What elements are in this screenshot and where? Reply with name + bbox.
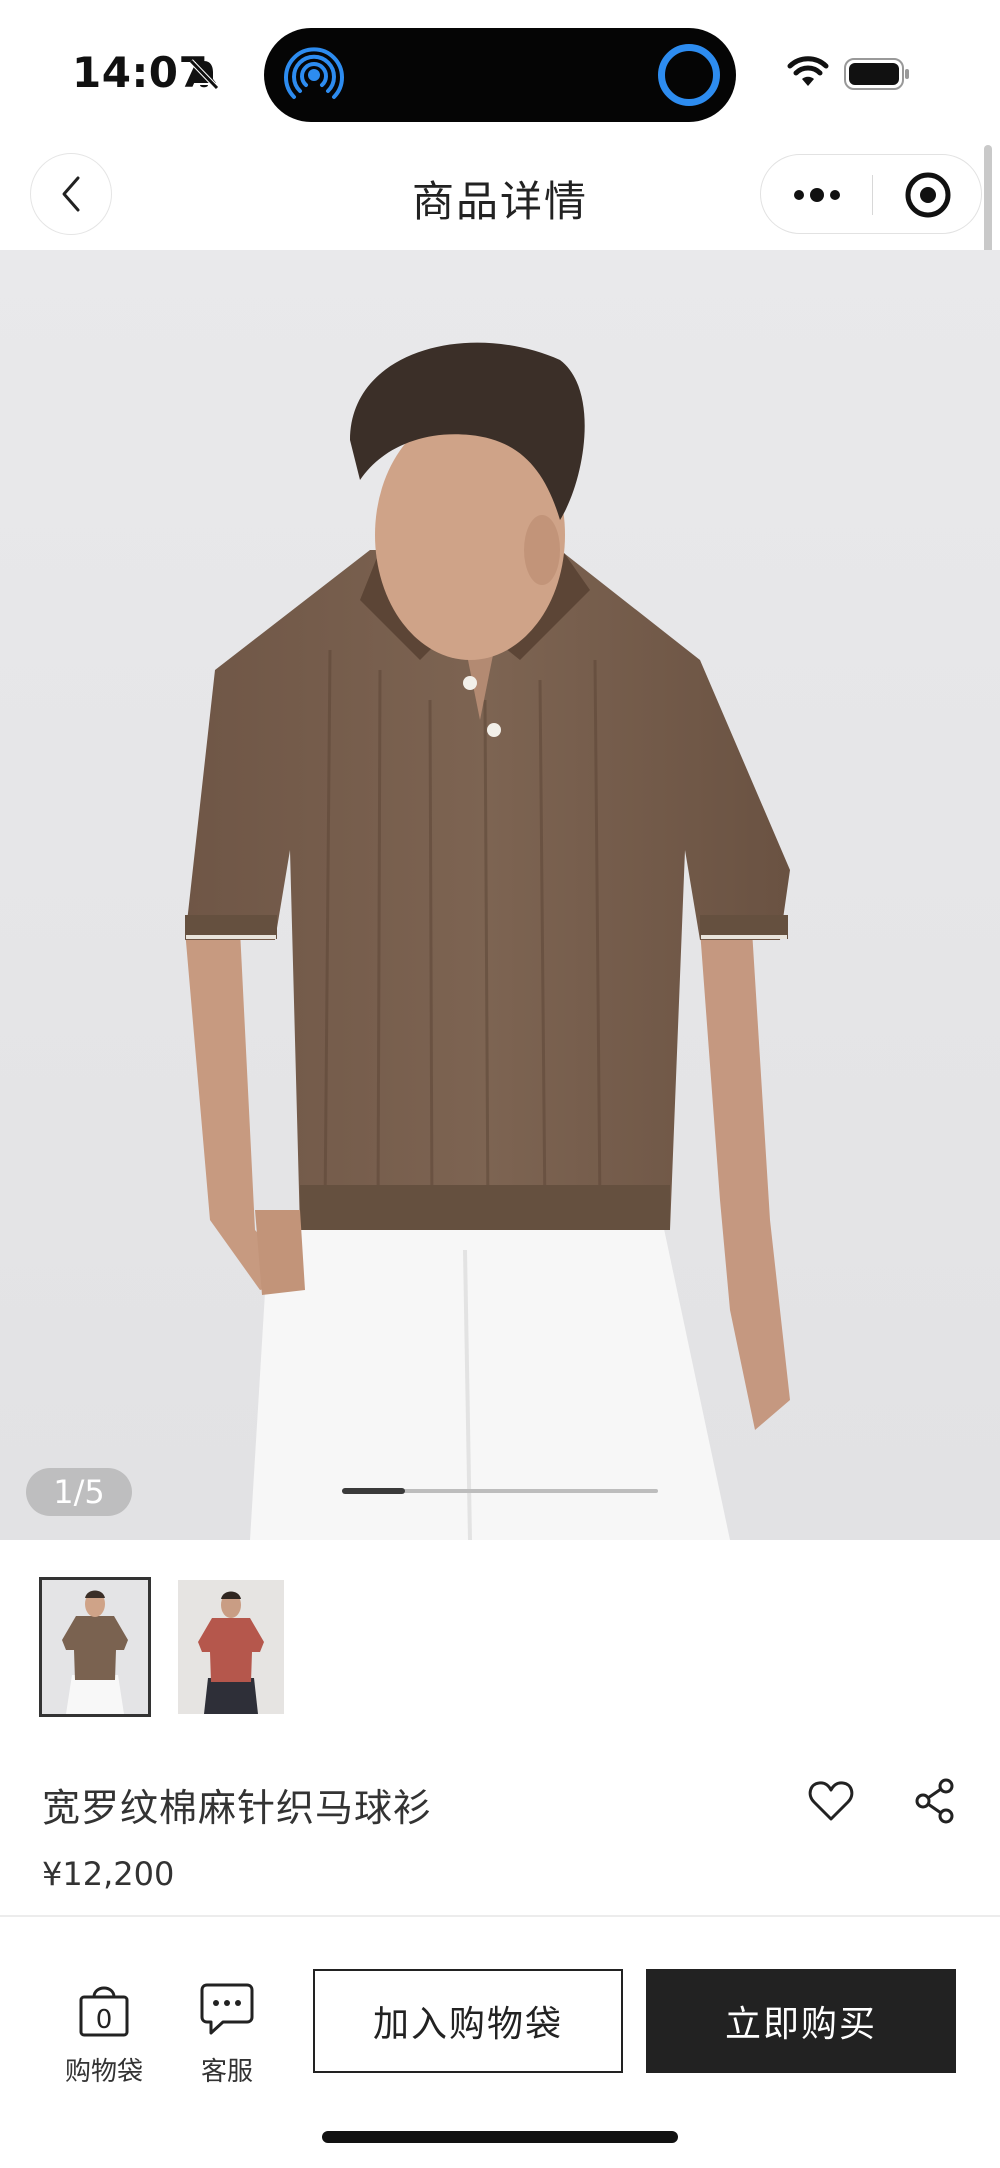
dynamic-island bbox=[264, 28, 736, 122]
bell-muted-icon bbox=[189, 59, 219, 90]
shopping-bag-button[interactable]: 0 购物袋 bbox=[44, 1981, 164, 2091]
product-name: 宽罗纹棉麻针织马球衫 bbox=[42, 1786, 433, 1830]
wifi-icon bbox=[787, 56, 829, 86]
shopping-bag-count: 0 bbox=[95, 2005, 113, 2035]
thumbnail-brown-polo[interactable] bbox=[39, 1577, 151, 1717]
target-icon bbox=[905, 172, 950, 218]
favorite-button[interactable] bbox=[806, 1776, 856, 1826]
product-photo bbox=[0, 250, 1000, 1540]
image-page-counter: 1/5 bbox=[26, 1468, 132, 1516]
carousel-progress-indicator bbox=[342, 1488, 406, 1494]
add-to-bag-button[interactable]: 加入购物袋 bbox=[313, 1969, 623, 2073]
chat-bubble-icon bbox=[200, 1983, 254, 2035]
mini-program-capsule bbox=[760, 154, 982, 234]
home-indicator[interactable] bbox=[322, 2131, 678, 2143]
close-miniprogram-button[interactable] bbox=[872, 155, 983, 235]
buy-now-button[interactable]: 立即购买 bbox=[646, 1969, 956, 2073]
more-button[interactable] bbox=[761, 155, 872, 235]
carousel-progress-track bbox=[342, 1488, 658, 1494]
broadcast-icon bbox=[284, 47, 344, 99]
thumbnail-image bbox=[42, 1580, 148, 1714]
shopping-bag-label: 购物袋 bbox=[64, 2057, 143, 2087]
battery-icon bbox=[844, 58, 909, 90]
status-bar: 14:07 bbox=[0, 0, 1000, 140]
thumbnail-image bbox=[178, 1580, 284, 1714]
heart-icon bbox=[808, 1781, 854, 1821]
product-image-carousel[interactable]: 1/5 bbox=[0, 250, 1000, 1540]
thumbnail-strip bbox=[0, 1560, 1000, 1730]
siri-ring-icon bbox=[658, 44, 720, 106]
thumbnail-red-polo[interactable] bbox=[178, 1580, 284, 1714]
nav-bar: 商品详情 bbox=[0, 140, 1000, 250]
more-dots-icon bbox=[793, 188, 840, 202]
customer-service-button[interactable]: 客服 bbox=[172, 1981, 282, 2091]
product-price: ¥12,200 bbox=[42, 1855, 175, 1893]
share-button[interactable] bbox=[910, 1776, 960, 1826]
share-icon bbox=[915, 1778, 954, 1824]
customer-service-label: 客服 bbox=[200, 2057, 253, 2087]
